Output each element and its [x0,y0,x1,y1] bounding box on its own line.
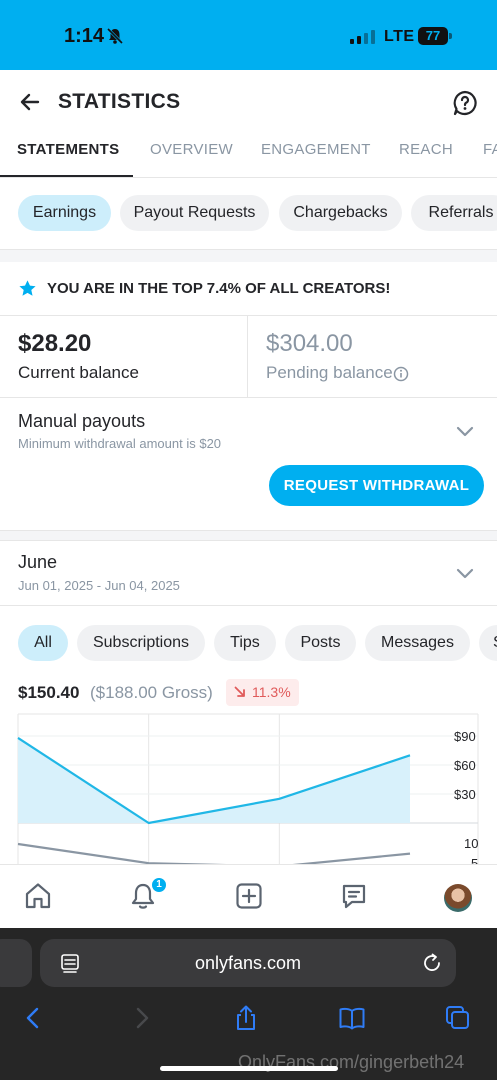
statement-type-chips: Earnings Payout Requests Chargebacks Ref… [0,195,497,231]
info-icon[interactable] [393,366,409,382]
chip-chargebacks[interactable]: Chargebacks [279,195,402,231]
notification-count-badge: 1 [150,876,168,894]
net-earnings: $150.40 [18,683,80,702]
period-chevron-down-icon[interactable] [456,568,474,580]
add-post-icon[interactable] [234,881,264,911]
statistics-tabs: STATEMENTS OVERVIEW ENGAGEMENT REACH FA [0,130,497,178]
divider [0,540,497,541]
profile-avatar[interactable] [444,884,472,912]
battery-level: 77 [425,28,441,43]
tab-engagement[interactable]: ENGAGEMENT [261,141,371,158]
y-tick-label: 5 [471,856,478,864]
browser-back-icon[interactable] [20,1004,48,1032]
page-title: STATISTICS [58,90,181,113]
y-tick-label: $90 [454,729,476,744]
earnings-filter-chips: All Subscriptions Tips Posts Messages S [0,625,497,661]
section-gap [0,531,497,540]
tab-fans[interactable]: FA [483,141,497,158]
tabs-icon[interactable] [444,1004,472,1032]
chip-payout-requests[interactable]: Payout Requests [120,195,269,231]
tab-reach[interactable]: REACH [399,141,453,158]
filter-messages[interactable]: Messages [365,625,470,661]
messages-icon[interactable] [339,881,369,911]
status-time: 1:14 [64,25,105,47]
bookmarks-icon[interactable] [338,1004,366,1032]
current-balance-label: Current balance [18,363,139,382]
top-creator-banner: YOU ARE IN THE TOP 7.4% OF ALL CREATORS! [0,262,497,316]
share-icon[interactable] [232,1004,260,1032]
section-gap [0,250,497,262]
battery-icon: 77 [418,27,452,45]
status-bar: 1:14 LTE 77 [0,0,497,70]
period-month: June [18,552,58,572]
change-badge: 11.3% [226,679,299,706]
pending-balance-amount: $304.00 [266,330,353,357]
filter-all[interactable]: All [18,625,68,661]
banner-text: YOU ARE IN THE TOP 7.4% OF ALL CREATORS! [47,280,391,297]
bell-off-icon [106,27,124,45]
request-withdrawal-button[interactable]: REQUEST WITHDRAWAL [269,465,484,506]
period-range: Jun 01, 2025 - Jun 04, 2025 [18,578,180,593]
bottom-navigation: 1 [0,864,497,928]
pending-balance-label: Pending balance [266,363,393,382]
reload-icon[interactable] [421,952,443,974]
filter-subscriptions[interactable]: Subscriptions [77,625,205,661]
tab-statements[interactable]: STATEMENTS [17,141,119,158]
previous-tab-preview[interactable] [0,939,32,987]
tab-overview[interactable]: OVERVIEW [150,141,233,158]
y-tick-label: 10 [464,836,478,851]
y-tick-label: $60 [454,758,476,773]
chevron-down-icon[interactable] [456,426,474,438]
browser-toolbar: onlyfans.com OnlyFans.com/gingerbeth24 [0,928,497,1080]
filter-posts[interactable]: Posts [285,625,356,661]
signal-icon [350,30,375,44]
address-bar[interactable]: onlyfans.com [40,939,456,987]
manual-payouts-subtitle: Minimum withdrawal amount is $20 [18,436,222,451]
current-balance-amount: $28.20 [18,330,92,357]
help-icon[interactable] [452,90,478,116]
star-icon [19,280,36,296]
home-indicator [160,1066,338,1071]
url-text: onlyfans.com [194,953,302,973]
browser-forward-icon[interactable] [127,1004,155,1032]
filter-tips[interactable]: Tips [214,625,276,661]
change-value: 11.3% [252,684,291,700]
pending-balance: $304.00 Pending balance [248,316,497,398]
home-icon[interactable] [23,881,53,911]
active-tab-indicator [0,175,133,177]
chip-earnings[interactable]: Earnings [18,195,111,231]
manual-payouts-title: Manual payouts [18,411,146,431]
gross-earnings: ($188.00 Gross) [90,683,213,702]
chip-referrals[interactable]: Referrals [411,195,497,231]
back-arrow-icon[interactable] [18,90,42,114]
y-tick-label: $30 [454,787,476,802]
series-line-secondary [17,842,411,864]
earnings-chart: $90 $60 $30 10 5 [17,713,479,864]
network-type: LTE [384,28,415,45]
divider [0,605,497,606]
page-header: STATISTICS [0,70,497,130]
current-balance: $28.20 Current balance [0,316,248,398]
trend-down-icon [234,686,245,697]
filter-streams[interactable]: S [479,625,497,661]
